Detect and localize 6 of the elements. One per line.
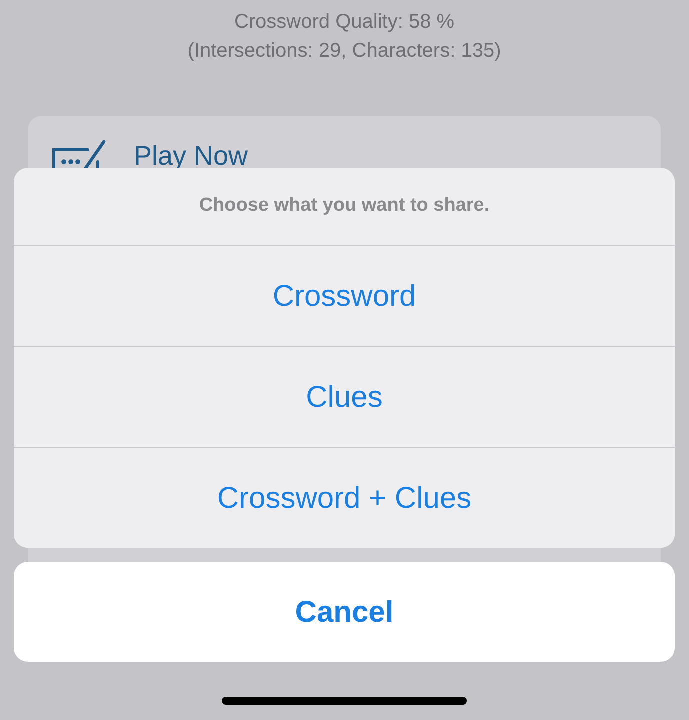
menu-item-label[interactable]: Play Now	[134, 140, 248, 172]
stats-text: (Intersections: 29, Characters: 135)	[186, 39, 502, 64]
quality-text: Crossword Quality: 58 %	[233, 10, 456, 35]
cancel-button[interactable]: Cancel	[14, 562, 675, 662]
share-option[interactable]: Crossword + Clues	[14, 447, 675, 548]
sheet-title: Choose what you want to share.	[198, 194, 491, 218]
